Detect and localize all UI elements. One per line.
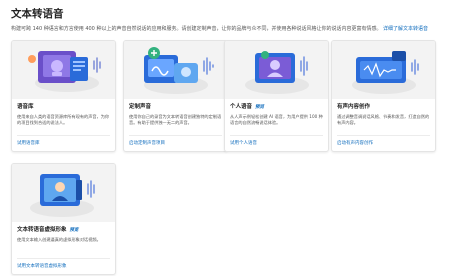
card-description: 使用你自己的录音为文本转语音创建独特的定制语音。有助于提供独一无二的声音。 [129, 114, 222, 125]
card-description: 从人声示例轻松创建 AI 语音，为用户提供 100 种语言的自然流畅说话体验。 [230, 114, 323, 125]
card-title: 有声内容创作 [337, 103, 430, 112]
card-description: 通过调整音调说话风格、节奏和发音，打造自然的有声内容。 [337, 114, 430, 125]
audio-content-creation-illustration [332, 41, 435, 99]
card-title-text: 个人语音 [230, 104, 253, 110]
card-title: 语音库 [17, 103, 110, 112]
card-personal-voice: 个人语音 预览 从人声示例轻松创建 AI 语音，为用户提供 100 种语言的自然流… [224, 40, 329, 152]
card-description: 使用来自人类的语音资源库所有现有的声音，为你的项目找到合适的说法人。 [17, 114, 110, 125]
intro-text: 构建可跨 140 种语言和方言使用 400 种以上的声音自然说话的应用和服务。请… [11, 25, 467, 33]
intro-description: 构建可跨 140 种语言和方言使用 400 种以上的声音自然说话的应用和服务。请… [11, 26, 382, 32]
preview-badge: 预览 [69, 228, 79, 233]
custom-voice-illustration [124, 41, 227, 99]
card-title-text: 文本转语音虚拟形象 [17, 227, 67, 233]
try-personal-voice-link[interactable]: 试用个人语音 [225, 136, 328, 151]
try-tts-avatar-link[interactable]: 试用文本转语音虚拟形象 [12, 259, 115, 274]
card-title-text: 有声内容创作 [337, 104, 371, 110]
avatar-illustration [12, 164, 115, 222]
card-title-text: 语音库 [17, 104, 34, 110]
card-title: 个人语音 预览 [230, 103, 323, 112]
start-custom-voice-link[interactable]: 启动定制声音项目 [124, 136, 227, 151]
personal-voice-illustration [225, 41, 328, 99]
card-title: 文本转语音虚拟形象 预览 [17, 226, 110, 235]
preview-badge: 预览 [255, 105, 265, 110]
voice-library-illustration [12, 41, 115, 99]
card-custom-voice: 定制声音 使用你自己的录音为文本转语音创建独特的定制语音。有助于提供独一无二的声… [123, 40, 228, 152]
page-title: 文本转语音 [11, 8, 64, 20]
card-title: 定制声音 [129, 103, 222, 112]
card-description: 使用文本输入创建逼真的虚拟形象对话视频。 [17, 237, 101, 242]
card-tts-avatar: 文本转语音虚拟形象 预览 使用文本输入创建逼真的虚拟形象对话视频。 试用文本转语音… [11, 163, 116, 275]
intro-learn-more-link[interactable]: 详细了解文本转语音 [383, 26, 428, 32]
card-title-text: 定制声音 [129, 104, 152, 110]
card-audio-content-creation: 有声内容创作 通过调整音调说话风格、节奏和发音，打造自然的有声内容。 启动有声内… [331, 40, 436, 152]
try-voice-library-link[interactable]: 试用语音库 [12, 136, 115, 151]
card-voice-library: 语音库 使用来自人类的语音资源库所有现有的声音，为你的项目找到合适的说法人。 试… [11, 40, 116, 152]
start-audio-content-creation-link[interactable]: 启动有声内容创作 [332, 136, 435, 151]
